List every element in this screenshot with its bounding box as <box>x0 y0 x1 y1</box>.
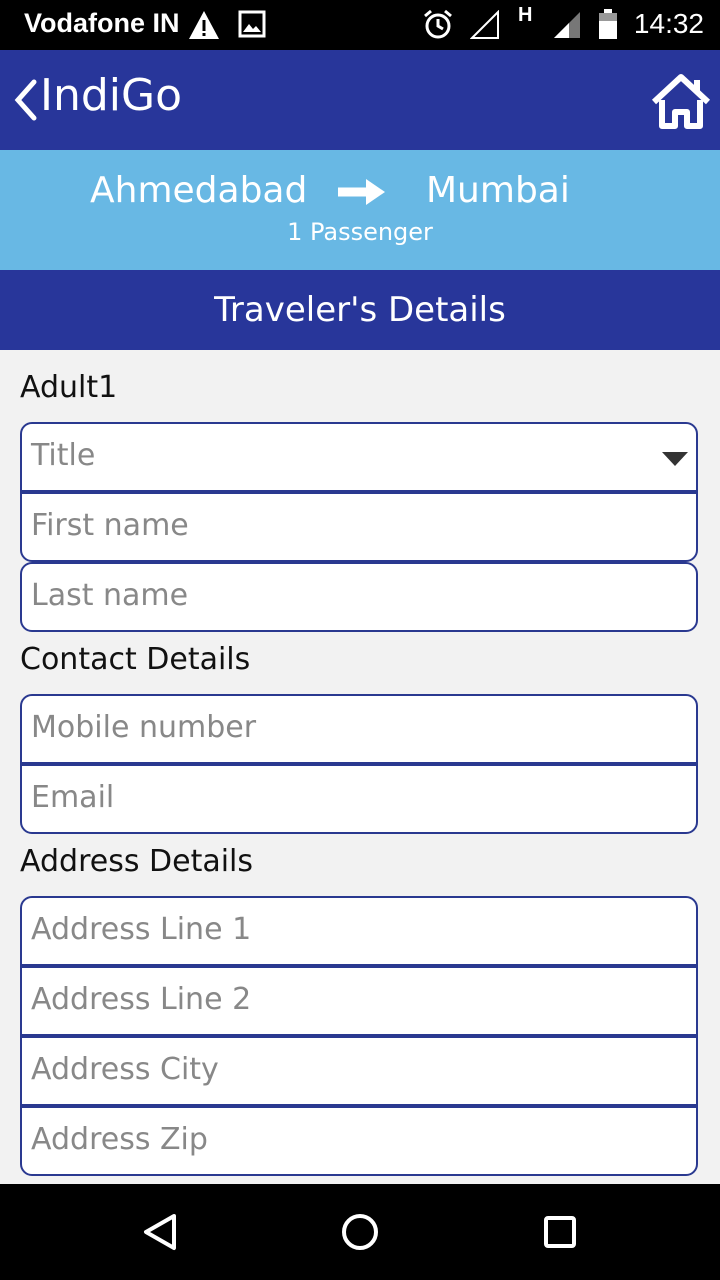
mobile-number-placeholder: Mobile number <box>31 710 257 745</box>
email-placeholder: Email <box>31 780 115 815</box>
contact-details-label: Contact Details <box>20 642 251 677</box>
adult-label: Adult1 <box>20 370 118 405</box>
signal-icon <box>554 12 580 38</box>
address-line1-field[interactable]: Address Line 1 <box>20 896 698 966</box>
address-line2-placeholder: Address Line 2 <box>31 982 252 1017</box>
recents-square-icon[interactable] <box>540 1212 580 1252</box>
back-triangle-icon[interactable] <box>140 1212 180 1252</box>
home-icon[interactable] <box>650 72 712 130</box>
chevron-left-icon[interactable] <box>8 76 44 124</box>
last-name-placeholder: Last name <box>31 578 189 613</box>
title-select-placeholder: Title <box>31 438 96 473</box>
mobile-number-field[interactable]: Mobile number <box>20 694 698 764</box>
network-type-label: H <box>518 4 533 26</box>
passenger-count: 1 Passenger <box>287 218 433 246</box>
image-icon <box>238 10 266 38</box>
arrow-right-icon <box>338 179 385 205</box>
alarm-icon <box>424 9 452 39</box>
address-line2-field[interactable]: Address Line 2 <box>20 966 698 1036</box>
clock: 14:32 <box>633 8 704 39</box>
app-title: IndiGo <box>40 70 183 121</box>
address-details-label: Address Details <box>20 844 254 879</box>
battery-icon <box>599 9 617 39</box>
home-circle-icon[interactable] <box>340 1212 380 1252</box>
title-select[interactable]: Title <box>20 422 698 492</box>
system-nav-bar <box>0 1184 720 1280</box>
address-zip-placeholder: Address Zip <box>31 1122 208 1157</box>
last-name-field[interactable]: Last name <box>20 562 698 632</box>
origin-city: Ahmedabad <box>90 170 308 211</box>
dropdown-arrow-icon <box>662 452 688 466</box>
app-bar: IndiGo <box>0 50 720 150</box>
first-name-field[interactable]: First name <box>20 492 698 562</box>
status-bar: Vodafone IN H 14:32 <box>0 0 720 50</box>
destination-city: Mumbai <box>426 170 570 211</box>
section-title: Traveler's Details <box>0 270 720 350</box>
address-line1-placeholder: Address Line 1 <box>31 912 252 947</box>
route-summary: Ahmedabad Mumbai 1 Passenger <box>0 150 720 270</box>
warning-icon <box>189 11 219 39</box>
address-city-placeholder: Address City <box>31 1052 219 1087</box>
signal-empty-icon <box>470 10 499 39</box>
address-zip-field[interactable]: Address Zip <box>20 1106 698 1176</box>
address-city-field[interactable]: Address City <box>20 1036 698 1106</box>
first-name-placeholder: First name <box>31 508 189 543</box>
carrier-name: Vodafone IN <box>24 8 180 38</box>
email-field[interactable]: Email <box>20 764 698 834</box>
